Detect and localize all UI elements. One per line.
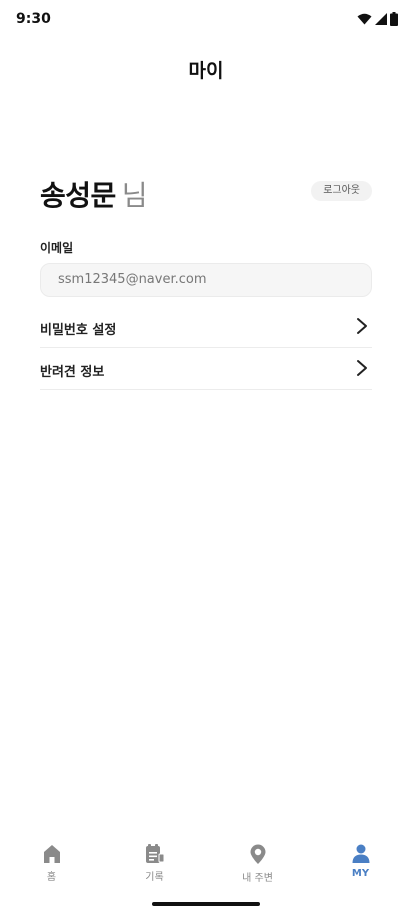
menu-item-label: 비밀번호 설정 [40, 323, 117, 338]
menu-item-password-settings[interactable]: 비밀번호 설정 [40, 306, 372, 348]
chevron-right-icon [357, 360, 367, 376]
record-icon [145, 844, 164, 863]
home-icon [43, 845, 60, 863]
email-label: 이메일 [40, 241, 74, 255]
signal-icon [375, 13, 387, 25]
battery-icon [390, 12, 398, 26]
nav-item-my[interactable]: MY [309, 838, 412, 890]
chevron-right-icon [357, 318, 367, 334]
user-name: 송성문 님 [40, 174, 148, 214]
menu-item-dog-info[interactable]: 반려견 정보 [40, 348, 372, 390]
status-icons [357, 12, 398, 26]
nav-item-nearby[interactable]: 내 주변 [206, 838, 309, 890]
location-pin-icon [250, 844, 265, 864]
nav-label-record: 기록 [145, 872, 164, 883]
wifi-icon [357, 13, 372, 25]
page-title: 마이 [188, 60, 224, 82]
nav-label-home: 홈 [46, 872, 57, 883]
nav-label-nearby: 내 주변 [242, 873, 273, 884]
user-profile-row: 송성문 님 로그아웃 [40, 172, 372, 212]
menu-item-label: 반려견 정보 [40, 365, 105, 380]
status-bar: 9:30 [0, 0, 412, 40]
email-field: ssm12345@naver.com [40, 263, 372, 297]
nav-item-home[interactable]: 홈 [0, 838, 103, 890]
person-icon [352, 844, 369, 863]
nav-label-my: MY [351, 868, 370, 879]
nav-item-record[interactable]: 기록 [103, 838, 206, 890]
user-name-text: 송성문 [40, 179, 116, 212]
bottom-navigation: 홈 기록 내 주변 MY [0, 838, 412, 890]
home-indicator [152, 902, 260, 906]
user-name-suffix: 님 [121, 179, 148, 212]
logout-button[interactable]: 로그아웃 [311, 181, 372, 201]
status-time: 9:30 [16, 11, 51, 27]
